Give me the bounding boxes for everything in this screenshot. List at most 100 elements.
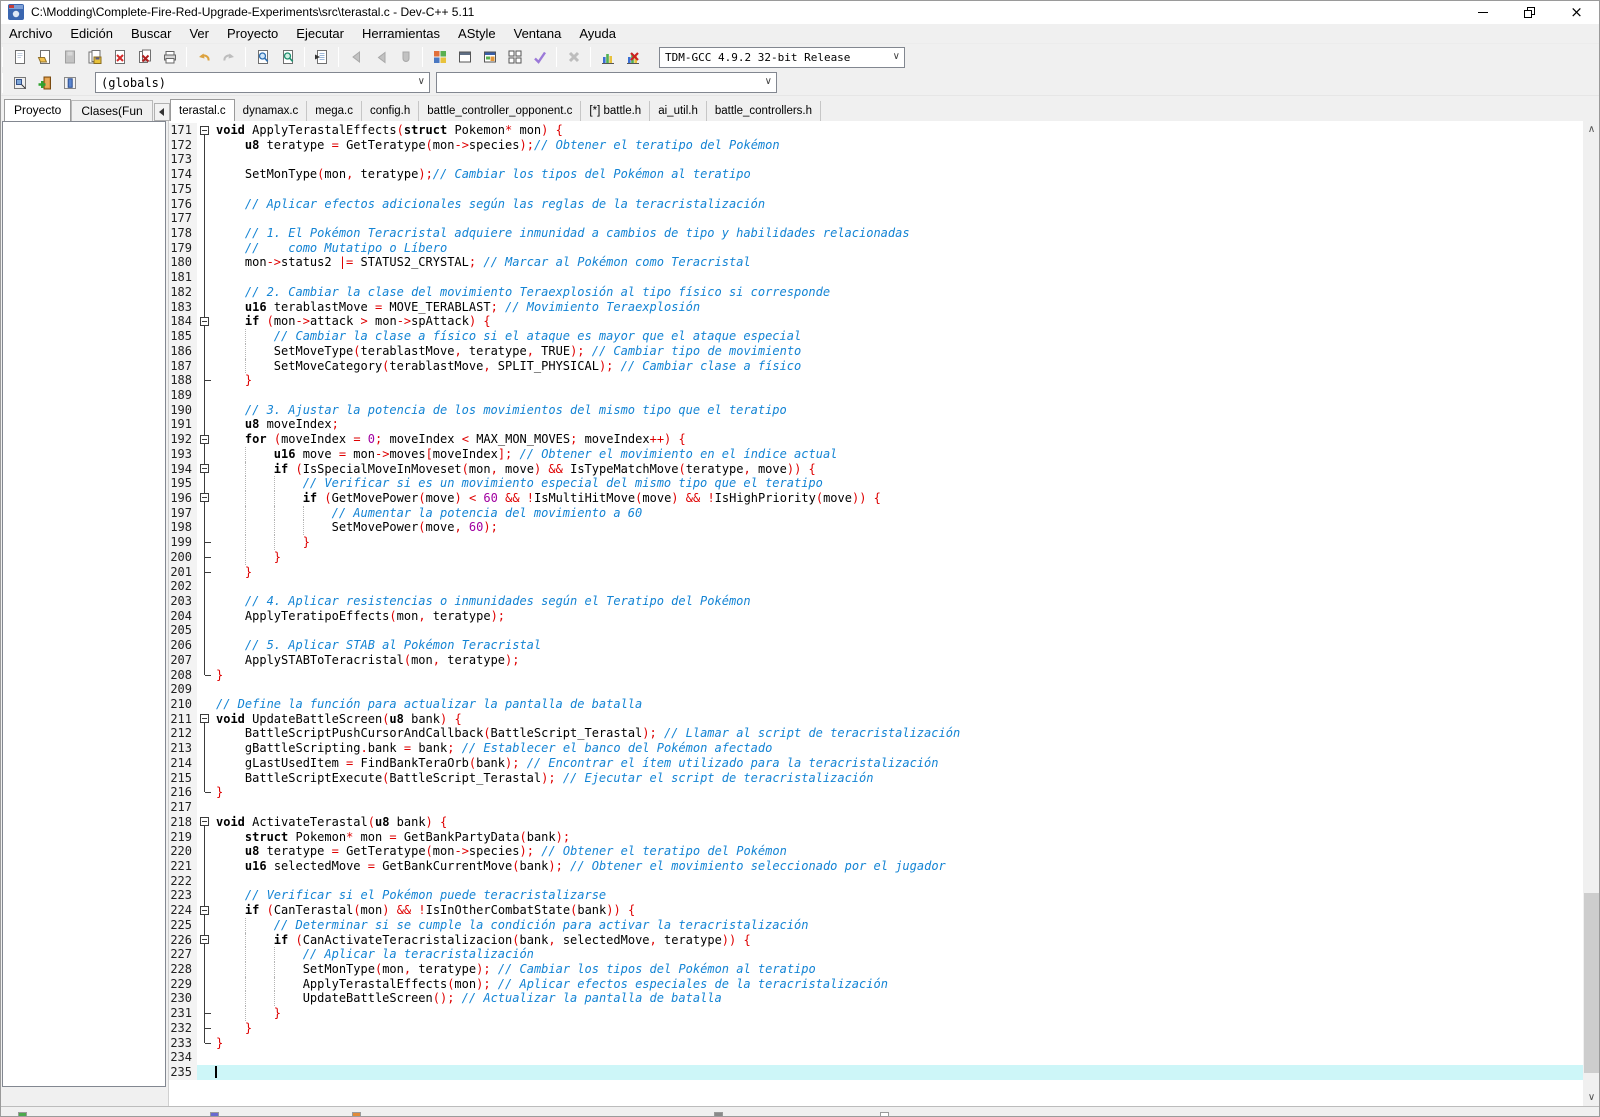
code-line[interactable]: 200 } (169, 550, 1583, 565)
line-number[interactable]: 201 (169, 565, 197, 580)
vertical-scrollbar[interactable]: ∧ ∨ (1583, 121, 1600, 1106)
goto-line-button[interactable] (309, 45, 334, 69)
code-line[interactable]: 235 (169, 1065, 1583, 1080)
line-number[interactable]: 217 (169, 800, 197, 815)
line-number[interactable]: 183 (169, 300, 197, 315)
line-number[interactable]: 219 (169, 830, 197, 845)
line-number[interactable]: 234 (169, 1050, 197, 1065)
code-line[interactable]: 197 // Aumentar la potencia del movimien… (169, 506, 1583, 521)
line-number[interactable]: 215 (169, 771, 197, 786)
code-line[interactable]: 205 (169, 623, 1583, 638)
line-number[interactable]: 214 (169, 756, 197, 771)
line-number[interactable]: 198 (169, 520, 197, 535)
line-number[interactable]: 194 (169, 462, 197, 477)
line-number[interactable]: 207 (169, 653, 197, 668)
code-line[interactable]: 228 SetMonType(mon, teratype); // Cambia… (169, 962, 1583, 977)
code-line[interactable]: 222 (169, 874, 1583, 889)
line-number[interactable]: 172 (169, 138, 197, 153)
menu-item-archivo[interactable]: Archivo (0, 24, 61, 44)
menu-item-ventana[interactable]: Ventana (505, 24, 571, 44)
code-line[interactable]: 214 gLastUsedItem = FindBankTeraOrb(bank… (169, 756, 1583, 771)
fold-toggle-icon[interactable] (200, 714, 209, 723)
editor-tab-config.h[interactable]: config.h (362, 101, 419, 122)
line-number[interactable]: 218 (169, 815, 197, 830)
code-line[interactable]: 173 (169, 152, 1583, 167)
line-number[interactable]: 175 (169, 182, 197, 197)
line-number[interactable]: 184 (169, 314, 197, 329)
code-line[interactable]: 172 u8 teratype = GetTeratype(mon->speci… (169, 138, 1583, 153)
code-line[interactable]: 209 (169, 682, 1583, 697)
code-line[interactable]: 188 } (169, 373, 1583, 388)
tab-proyecto[interactable]: Proyecto (4, 99, 71, 122)
menu-item-buscar[interactable]: Buscar (122, 24, 180, 44)
line-number[interactable]: 210 (169, 697, 197, 712)
new-project-button[interactable] (427, 45, 452, 69)
code-line[interactable]: 233} (169, 1036, 1583, 1051)
line-number[interactable]: 203 (169, 594, 197, 609)
menu-item-proyecto[interactable]: Proyecto (218, 24, 287, 44)
menu-item-ejecutar[interactable]: Ejecutar (287, 24, 353, 44)
line-number[interactable]: 193 (169, 447, 197, 462)
line-number[interactable]: 212 (169, 726, 197, 741)
code-line[interactable]: 219 struct Pokemon* mon = GetBankPartyDa… (169, 830, 1583, 845)
line-number[interactable]: 216 (169, 785, 197, 800)
fold-toggle-icon[interactable] (200, 493, 209, 502)
add-to-project-button[interactable] (32, 71, 57, 95)
open-file-button[interactable] (32, 45, 57, 69)
globals-scope-select[interactable]: (globals) ∨ (95, 72, 430, 93)
line-number[interactable]: 190 (169, 403, 197, 418)
line-number[interactable]: 213 (169, 741, 197, 756)
line-number[interactable]: 225 (169, 918, 197, 933)
line-number[interactable]: 178 (169, 226, 197, 241)
fold-toggle-icon[interactable] (200, 935, 209, 944)
code-line[interactable]: 230 UpdateBattleScreen(); // Actualizar … (169, 991, 1583, 1006)
code-line[interactable]: 183 u16 terablastMove = MOVE_TERABLAST; … (169, 300, 1583, 315)
code-line[interactable]: 220 u8 teratype = GetTeratype(mon->speci… (169, 844, 1583, 859)
code-line[interactable]: 182 // 2. Cambiar la clase del movimient… (169, 285, 1583, 300)
line-number[interactable]: 181 (169, 270, 197, 285)
menu-item-ayuda[interactable]: Ayuda (570, 24, 625, 44)
line-number[interactable]: 204 (169, 609, 197, 624)
editor-tab-terastal.c[interactable]: terastal.c (170, 99, 235, 122)
line-number[interactable]: 180 (169, 255, 197, 270)
line-number[interactable]: 185 (169, 329, 197, 344)
insert-button[interactable] (7, 71, 32, 95)
line-number[interactable]: 182 (169, 285, 197, 300)
line-number[interactable]: 228 (169, 962, 197, 977)
menu-item-edición[interactable]: Edición (61, 24, 122, 44)
tab-scroll-left-button[interactable] (154, 103, 170, 121)
code-line[interactable]: 215 BattleScriptExecute(BattleScript_Ter… (169, 771, 1583, 786)
line-number[interactable]: 233 (169, 1036, 197, 1051)
line-number[interactable]: 197 (169, 506, 197, 521)
editor-tab-ai_util.h[interactable]: ai_util.h (650, 101, 707, 122)
code-line[interactable]: 181 (169, 270, 1583, 285)
code-line[interactable]: 224 if (CanTerastal(mon) && !IsInOtherCo… (169, 903, 1583, 918)
code-line[interactable]: 234 (169, 1050, 1583, 1065)
line-number[interactable]: 200 (169, 550, 197, 565)
tab-clases[interactable]: Clases(Fun (71, 100, 152, 122)
line-number[interactable]: 205 (169, 623, 197, 638)
save-all-button[interactable] (82, 45, 107, 69)
fold-toggle-icon[interactable] (200, 126, 209, 135)
menu-item-herramientas[interactable]: Herramientas (353, 24, 449, 44)
fold-toggle-icon[interactable] (200, 906, 209, 915)
scrollbar-thumb[interactable] (1584, 893, 1599, 1073)
line-number[interactable]: 192 (169, 432, 197, 447)
code-line[interactable]: 191 u8 moveIndex; (169, 417, 1583, 432)
code-line[interactable]: 184 if (mon->attack > mon->spAttack) { (169, 314, 1583, 329)
line-number[interactable]: 226 (169, 933, 197, 948)
line-number[interactable]: 227 (169, 947, 197, 962)
print-button[interactable] (157, 45, 182, 69)
close-file-button[interactable] (107, 45, 132, 69)
code-line[interactable]: 177 (169, 211, 1583, 226)
code-editor[interactable]: 171void ApplyTerastalEffects(struct Poke… (168, 121, 1600, 1106)
scroll-up-button[interactable]: ∧ (1583, 121, 1600, 138)
code-line[interactable]: 203 // 4. Aplicar resistencias o inmunid… (169, 594, 1583, 609)
line-number[interactable]: 173 (169, 152, 197, 167)
find-button[interactable] (250, 45, 275, 69)
line-number[interactable]: 195 (169, 476, 197, 491)
code-line[interactable]: 171void ApplyTerastalEffects(struct Poke… (169, 123, 1583, 138)
code-line[interactable]: 195 // Verificar si es un movimiento esp… (169, 476, 1583, 491)
syntax-check-button[interactable] (527, 45, 552, 69)
line-number[interactable]: 232 (169, 1021, 197, 1036)
